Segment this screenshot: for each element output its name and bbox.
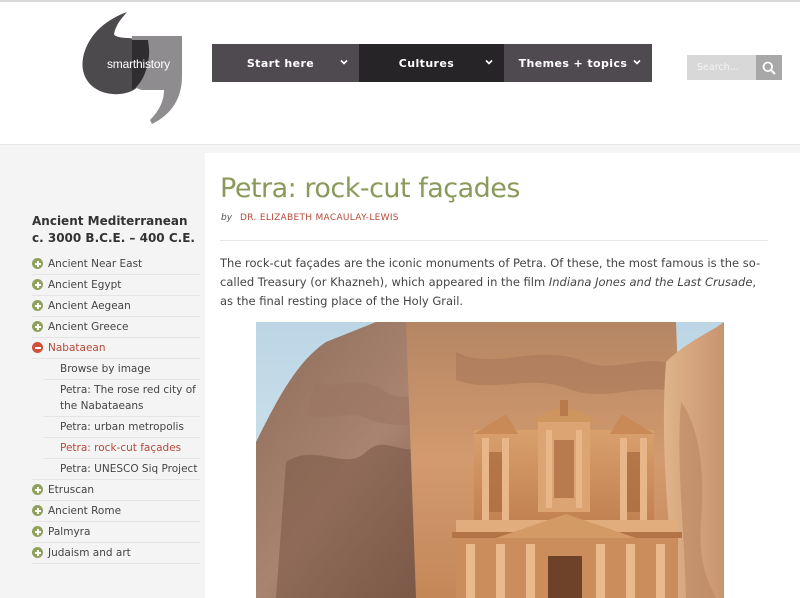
nav-themes-topics-label: Themes + topics [518,56,628,70]
sidebar-subitem-rock-cut-facades[interactable]: Petra: rock-cut façades [44,438,200,459]
search-button[interactable] [756,55,782,80]
petra-treasury-image [256,322,724,598]
sidebar-item-judaism-and-art[interactable]: Judaism and art [32,543,200,564]
sidebar-item-label: Etruscan [48,484,95,496]
plus-icon [32,279,43,290]
logo-wordmark: smarthistory [107,57,170,71]
nav-cultures[interactable]: Cultures [359,44,504,82]
plus-icon [32,547,43,558]
sidebar-item-ancient-rome[interactable]: Ancient Rome [32,501,200,522]
sidebar-heading-line1: Ancient Mediterranean [32,214,188,228]
sidebar-subitem-label: Petra: rock-cut façades [60,442,182,454]
sidebar-item-ancient-egypt[interactable]: Ancient Egypt [32,275,200,296]
sidebar-item-ancient-greece[interactable]: Ancient Greece [32,317,200,338]
chevron-down-icon [633,59,641,65]
sidebar-nav: Ancient Mediterranean c. 3000 B.C.E. – 4… [32,213,200,564]
minus-icon [32,342,43,353]
sidebar-subitem-label: Petra: urban metropolis [60,421,184,433]
sidebar-item-ancient-aegean[interactable]: Ancient Aegean [32,296,200,317]
search-input[interactable] [687,55,756,80]
chevron-down-icon [485,59,493,65]
sidebar-item-nabataean[interactable]: Nabataean [32,338,200,359]
sidebar-subitem-browse-by-image[interactable]: Browse by image [44,359,200,380]
page-title: Petra: rock-cut façades [220,173,520,204]
article-paragraph: The rock-cut façades are the iconic monu… [220,254,770,311]
plus-icon [32,321,43,332]
sidebar-item-palmyra[interactable]: Palmyra [32,522,200,543]
byline: by DR. ELIZABETH MACAULAY-LEWIS [221,213,399,223]
sidebar-item-label: Ancient Greece [48,321,129,333]
main-content: Petra: rock-cut façades by DR. ELIZABETH … [205,153,800,598]
sidebar-subitem-unesco-siq-project[interactable]: Petra: UNESCO Siq Project [44,459,200,479]
sidebar-item-label: Ancient Rome [48,505,122,517]
nav-cultures-label: Cultures [398,56,455,70]
nav-start-here-label: Start here [246,56,315,70]
plus-icon [32,258,43,269]
plus-icon [32,526,43,537]
plus-icon [32,484,43,495]
sidebar-subitem-rose-red-city[interactable]: Petra: The rose red city of the Nabataea… [44,380,200,417]
sidebar-sublist: Browse by image Petra: The rose red city… [32,359,200,480]
plus-icon [32,300,43,311]
chevron-down-icon [340,59,348,65]
treasury-photo[interactable] [256,322,724,598]
nav-themes-topics[interactable]: Themes + topics [504,44,652,82]
sidebar-item-label: Palmyra [48,526,91,538]
sidebar-heading: Ancient Mediterranean c. 3000 B.C.E. – 4… [32,213,200,247]
sidebar-item-label: Ancient Egypt [48,279,122,291]
byline-prefix: by [221,213,233,223]
sidebar-item-label: Ancient Aegean [48,300,131,312]
divider [220,240,768,241]
sidebar-subitem-label: Petra: UNESCO Siq Project [60,463,198,475]
author-link[interactable]: DR. ELIZABETH MACAULAY-LEWIS [240,213,399,223]
sidebar-item-etruscan[interactable]: Etruscan [32,480,200,501]
site-header: smarthistory Start here Cultures Themes … [0,0,800,145]
sidebar-subitem-label: Browse by image [60,363,151,375]
sidebar-list: Ancient Near East Ancient Egypt Ancient … [32,254,200,564]
sidebar-item-label: Ancient Near East [48,258,143,270]
sidebar-subitem-urban-metropolis[interactable]: Petra: urban metropolis [44,417,200,438]
film-title: Indiana Jones and the Last Crusade [548,275,753,289]
sidebar-heading-line2: c. 3000 B.C.E. – 400 C.E. [32,231,195,245]
sidebar-item-label: Nabataean [48,342,106,354]
plus-icon [32,505,43,516]
search-icon [762,61,776,75]
nav-start-here[interactable]: Start here [212,44,359,82]
sidebar-subitem-label: Petra: The rose red city of the Nabataea… [60,384,196,412]
sidebar-item-label: Judaism and art [48,547,131,559]
sidebar-item-ancient-near-east[interactable]: Ancient Near East [32,254,200,275]
